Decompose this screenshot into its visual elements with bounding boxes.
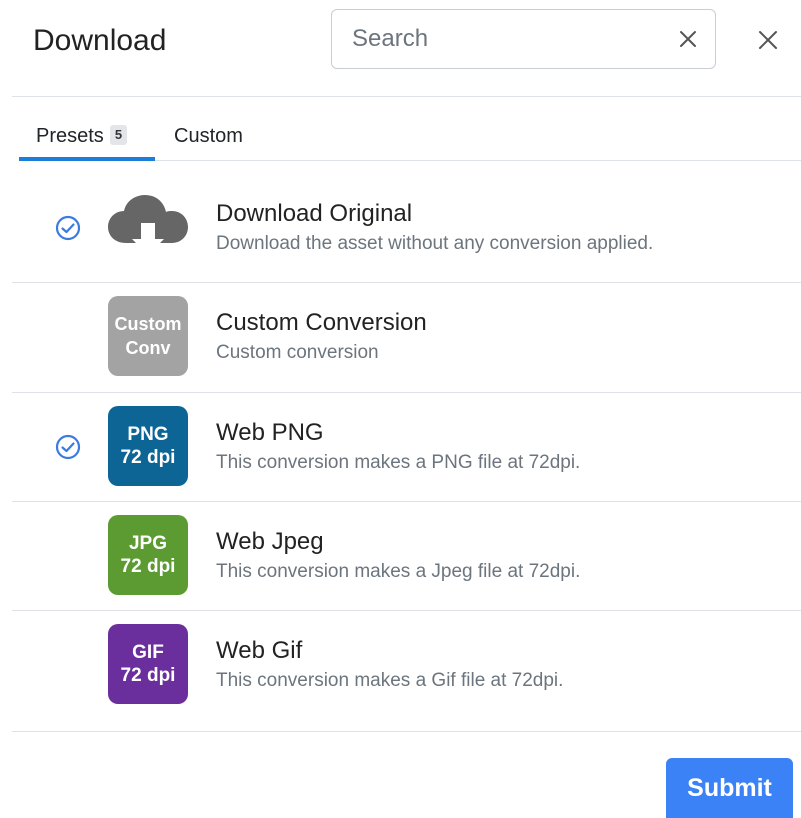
preset-row-web-jpeg[interactable]: JPG 72 dpi Web Jpeg This conversion make… — [0, 502, 801, 611]
clear-icon[interactable] — [678, 29, 698, 49]
preset-description: This conversion makes a Gif file at 72dp… — [216, 670, 564, 691]
preset-title: Download Original — [216, 200, 413, 227]
footer-divider — [12, 731, 801, 732]
header-divider — [12, 96, 801, 97]
tile-line: GIF — [132, 642, 164, 663]
active-tab-indicator — [19, 157, 155, 161]
tile-line: JPG — [128, 533, 168, 554]
close-icon[interactable] — [758, 30, 778, 50]
jpg-tile: JPG 72 dpi — [108, 515, 188, 595]
presets-count-badge: 5 — [109, 125, 128, 145]
submit-button[interactable]: Submit — [666, 758, 793, 818]
preset-row-web-gif[interactable]: GIF 72 dpi Web Gif This conversion makes… — [0, 611, 801, 720]
preset-row-web-png[interactable]: PNG 72 dpi Web PNG This conversion makes… — [0, 393, 801, 502]
tab-bar: Presets 5 Custom — [19, 112, 801, 161]
search-box[interactable] — [331, 9, 716, 69]
gif-tile: GIF 72 dpi — [108, 624, 188, 704]
dialog-header: Download — [0, 0, 801, 96]
preset-description: Download the asset without any conversio… — [216, 233, 654, 254]
check-circle-icon[interactable] — [55, 215, 81, 241]
tile-line: 72 dpi — [120, 447, 176, 468]
tab-custom[interactable]: Custom — [174, 112, 243, 161]
preset-title: Web Jpeg — [216, 528, 324, 555]
dialog-title: Download — [33, 24, 167, 57]
tile-line: Conv — [125, 338, 171, 358]
preset-description: Custom conversion — [216, 342, 379, 363]
tab-presets[interactable]: Presets 5 — [19, 112, 155, 161]
download-dialog: Download Presets5 Custom — [0, 0, 801, 818]
check-circle-icon[interactable] — [55, 434, 81, 460]
tile-line: PNG — [127, 424, 169, 445]
preset-title: Custom Conversion — [216, 309, 427, 336]
preset-row-download-original[interactable]: Download Original Download the asset wit… — [0, 173, 801, 282]
tile-line: 72 dpi — [120, 665, 176, 686]
tile-line: 72 dpi — [120, 556, 176, 577]
preset-description: This conversion makes a Jpeg file at 72d… — [216, 561, 581, 582]
tab-presets-label: Presets — [36, 125, 104, 147]
preset-row-custom-conversion[interactable]: Custom Conv Custom Conversion Custom con… — [0, 283, 801, 392]
custom-conversion-tile: Custom Conv — [108, 296, 188, 376]
png-tile: PNG 72 dpi — [108, 406, 188, 486]
tile-line: Custom — [114, 314, 182, 334]
search-input[interactable] — [352, 22, 652, 56]
tab-custom-label: Custom — [174, 125, 243, 147]
preset-title: Web Gif — [216, 637, 303, 664]
cloud-download-icon — [108, 195, 188, 255]
preset-title: Web PNG — [216, 419, 324, 446]
preset-description: This conversion makes a PNG file at 72dp… — [216, 452, 581, 473]
